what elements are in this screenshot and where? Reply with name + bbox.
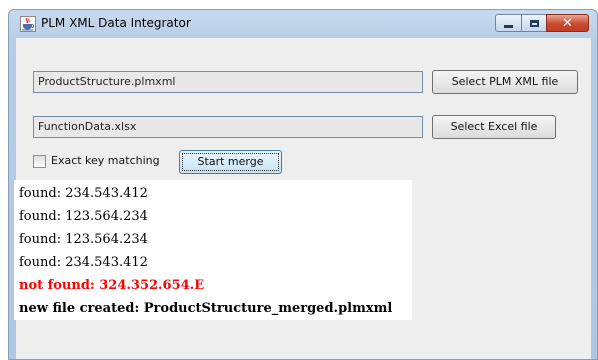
log-line: found: 234.543.412 [19,255,148,270]
log-line: found: 123.564.234 [19,209,148,224]
select-plmxml-button[interactable]: Select PLM XML file [432,70,578,94]
maximize-button[interactable] [521,14,547,32]
log-line-error: not found: 324.352.654.E [19,278,205,293]
window-title: PLM XML Data Integrator [41,16,191,30]
exact-key-matching-label[interactable]: Exact key matching [51,154,160,167]
excel-file-field[interactable]: FunctionData.xlsx [33,116,423,138]
java-coffee-cup-icon [20,16,36,32]
focus-indicator [182,153,279,171]
maximize-icon [529,19,539,27]
log-line: found: 234.543.412 [19,186,148,201]
close-icon: ✕ [562,15,573,31]
log-line-result: new file created: ProductStructure_merge… [19,301,393,316]
output-log: found: 234.543.412 found: 123.564.234 fo… [14,180,412,320]
minimize-button[interactable] [495,14,522,32]
close-button[interactable]: ✕ [546,14,589,32]
plmxml-file-field[interactable]: ProductStructure.plmxml [33,71,423,93]
start-merge-button[interactable]: Start merge [179,150,282,174]
select-excel-button[interactable]: Select Excel file [432,115,556,139]
exact-key-matching-checkbox[interactable] [33,155,46,168]
log-line: found: 123.564.234 [19,232,148,247]
title-bar[interactable]: PLM XML Data Integrator ✕ [9,10,597,38]
minimize-icon [504,25,513,28]
